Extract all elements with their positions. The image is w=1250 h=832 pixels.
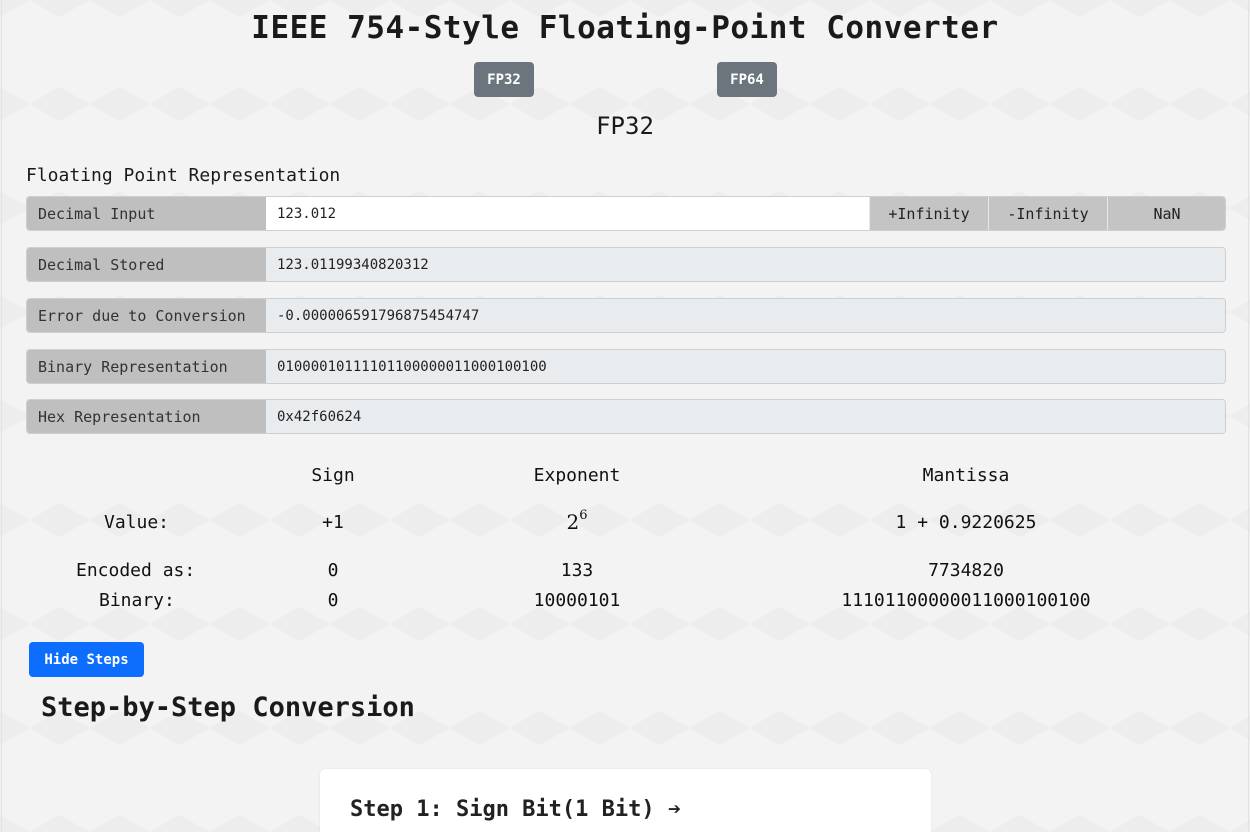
section-title: Floating Point Representation [26, 165, 341, 186]
hex-representation-row: Hex Representation 0x42f60624 [26, 399, 1226, 434]
nan-button[interactable]: NaN [1107, 197, 1225, 230]
format-heading: FP32 [596, 112, 654, 140]
decimal-stored-row: Decimal Stored 123.01199340820312 [26, 247, 1226, 282]
decimal-input-row: Decimal Input +Infinity -Infinity NaN [26, 196, 1226, 231]
mantissa-value: 1 + 0.9220625 [895, 512, 1037, 533]
minus-infinity-button[interactable]: -Infinity [988, 197, 1107, 230]
binary-representation-label: Binary Representation [27, 350, 266, 383]
conversion-error-row: Error due to Conversion -0.0000065917968… [26, 298, 1226, 333]
exponent-value: 26 [566, 508, 588, 534]
mantissa-binary: 11101100000011000100100 [841, 590, 1091, 611]
decimal-input[interactable] [266, 197, 869, 230]
exponent-base: 2 [566, 510, 580, 534]
hex-representation-label: Hex Representation [27, 400, 266, 433]
decimal-stored-label: Decimal Stored [27, 248, 266, 281]
sign-encoded: 0 [327, 560, 339, 581]
exponent-encoded: 133 [560, 560, 594, 581]
exponent-binary: 10000101 [533, 590, 621, 611]
exponent-column-header: Exponent [533, 465, 621, 486]
value-row-label: Value: [104, 512, 170, 533]
sign-column-header: Sign [311, 465, 355, 486]
steps-heading: Step-by-Step Conversion [41, 692, 415, 723]
hex-representation-value: 0x42f60624 [266, 400, 1225, 433]
encoded-row-label: Encoded as: [76, 560, 196, 581]
binary-representation-value: 01000010111101100000011000100100 [266, 350, 1225, 383]
decimal-input-label: Decimal Input [27, 197, 266, 230]
conversion-error-value: -0.000006591796875454747 [266, 299, 1225, 332]
mantissa-column-header: Mantissa [922, 465, 1010, 486]
exponent-power: 6 [579, 508, 588, 524]
sign-value: +1 [322, 512, 344, 533]
decimal-stored-value: 123.01199340820312 [266, 248, 1225, 281]
fp32-button[interactable]: FP32 [474, 62, 534, 97]
plus-infinity-button[interactable]: +Infinity [869, 197, 988, 230]
conversion-error-label: Error due to Conversion [27, 299, 266, 332]
page-title: IEEE 754-Style Floating-Point Converter [251, 10, 999, 46]
step-1-title[interactable]: Step 1: Sign Bit(1 Bit) ➔ [350, 797, 681, 822]
fp64-button[interactable]: FP64 [717, 62, 777, 97]
hide-steps-button[interactable]: Hide Steps [29, 642, 144, 677]
binary-row-label: Binary: [99, 590, 175, 611]
mantissa-encoded: 7734820 [928, 560, 1004, 581]
sign-binary: 0 [327, 590, 339, 611]
binary-representation-row: Binary Representation 010000101111011000… [26, 349, 1226, 384]
step-1-card[interactable]: Step 1: Sign Bit(1 Bit) ➔ [320, 769, 931, 832]
